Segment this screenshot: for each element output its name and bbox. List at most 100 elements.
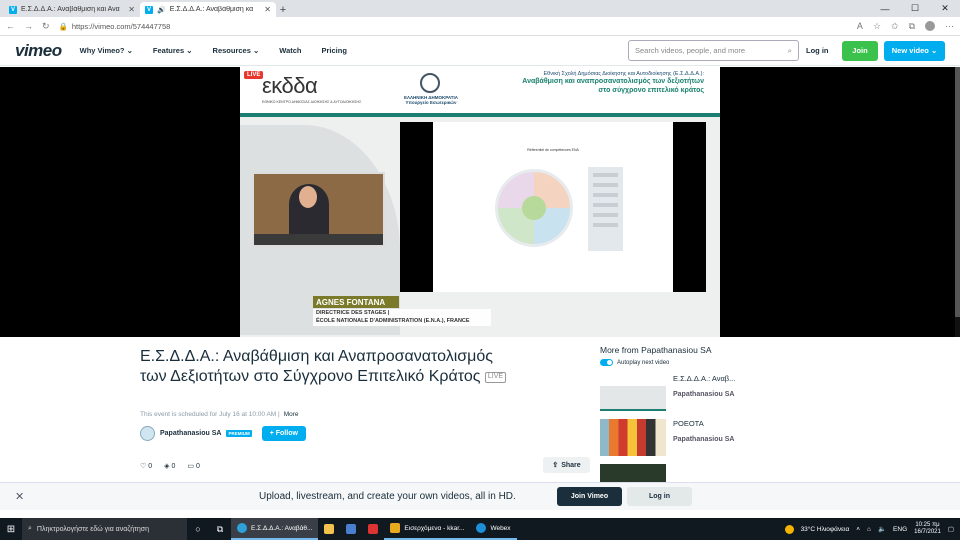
schedule-text: This event is scheduled for July 16 at 1… [140,411,299,418]
collection-button[interactable]: ◈ 0 [164,462,175,470]
item-channel: Papathanasiou SA [673,435,735,443]
store-icon[interactable] [340,518,362,540]
video-thumbnail[interactable] [600,419,666,456]
menu-watch[interactable]: Watch [279,46,301,55]
taskbar-search[interactable]: ⌕ Πληκτρολογήστε εδώ για αναζήτηση [22,518,187,540]
video-frame[interactable]: LIVE εκδδα ΕΘΝΙΚΟ ΚΕΝΤΡΟ ΔΗΜΟΣΙΑΣ ΔΙΟΙΚΗ… [240,67,720,337]
window-controls: — ☐ ✕ [870,0,960,17]
list-item[interactable]: Ε.Σ.Δ.Δ.Α.: Αναβ... Papathanasiou SA [600,374,800,411]
channel-info: Papathanasiou SA PREMIUM + Follow [140,426,306,441]
back-icon[interactable]: ← [6,21,15,31]
cortana-icon[interactable]: ○ [187,518,209,540]
file-explorer-icon[interactable] [318,518,340,540]
maximize-icon[interactable]: ☐ [900,0,930,17]
video-player[interactable]: LIVE εκδδα ΕΘΝΙΚΟ ΚΕΝΤΡΟ ΔΗΜΟΣΙΑΣ ΔΙΟΙΚΗ… [0,67,960,337]
address-bar[interactable]: 🔒 https://vimeo.com/574447758 [59,22,848,31]
new-video-button[interactable]: New video ⌄ [884,40,945,61]
menu-why-vimeo[interactable]: Why Vimeo? ⌄ [80,46,133,55]
tab-title: Ε.Σ.Δ.Δ.Α.: Αναβάθμιση και Ανα [21,6,120,13]
autoplay-toggle[interactable]: Autoplay next video [600,359,800,366]
video-thumbnail[interactable] [600,464,666,482]
menu-resources[interactable]: Resources ⌄ [213,46,260,55]
search-icon[interactable]: ⌕ [788,46,792,56]
presentation-slide: Référentiel de compétences ENA [433,122,673,292]
menu-pricing[interactable]: Pricing [322,46,347,55]
desk [254,234,383,245]
search-input[interactable]: Search videos, people, and more ⌕ [628,40,799,61]
channel-avatar[interactable] [140,426,155,441]
taskbar-mail[interactable]: Εισερχόμενα - kkar... [384,518,471,540]
network-icon[interactable]: ⌂ [867,526,871,533]
speaker-role: DIRECTRICE DES STAGES | ÉCOLE NATIONALE … [313,309,491,327]
item-channel: Papathanasiou SA [673,390,735,398]
windows-start-icon[interactable]: ⊞ [0,524,22,535]
slide-legend [588,167,623,251]
new-tab-button[interactable]: + [276,3,290,17]
close-tab-icon[interactable]: ✕ [128,5,135,14]
signup-text: Upload, livestream, and create your own … [259,491,516,502]
search-icon: ⌕ [28,525,32,532]
list-item[interactable] [600,464,800,482]
ministry-label: ΕΛΛΗΝΙΚΗ ΔΗΜΟΚΡΑΤΙΑ Υπουργείο Εσωτερικών [403,95,459,106]
notifications-icon[interactable]: ▢ [948,525,954,533]
url-text: https://vimeo.com/574447758 [71,21,171,31]
menu-features[interactable]: Features ⌄ [153,46,193,55]
list-item[interactable]: POEOTA Papathanasiou SA [600,419,800,456]
login-link[interactable]: Log in [806,46,834,55]
vimeo-logo[interactable]: vimeo [15,41,62,61]
lock-icon: 🔒 [58,21,68,31]
close-window-icon[interactable]: ✕ [930,0,960,17]
channel-name[interactable]: Papathanasiou SA [160,430,221,437]
taskbar-webex[interactable]: Webex [470,518,517,540]
clock[interactable]: 10:25 πμ 16/7/2021 [914,522,941,537]
task-view-icon[interactable]: ⧉ [209,518,231,540]
video-thumbnail[interactable] [600,374,666,411]
video-details: Ε.Σ.Δ.Δ.Α.: Αναβάθμιση και Αναπροσανατολ… [0,337,960,482]
favorite-star-icon[interactable]: ☆ [873,21,881,32]
browser-tab-2[interactable]: V 🔊 Ε.Σ.Δ.Δ.Α.: Αναβάθμιση κα ✕ [140,2,276,17]
volume-icon[interactable]: 🔈 [878,525,886,533]
taskbar-edge[interactable]: Ε.Σ.Δ.Δ.Α.: Αναβάθ... [231,518,319,540]
collections-icon[interactable]: ⧉ [909,21,915,32]
edge-icon [237,523,247,533]
profile-avatar[interactable] [925,21,935,31]
close-tab-icon[interactable]: ✕ [264,5,271,14]
follow-button[interactable]: + Follow [261,426,306,441]
forward-icon[interactable]: → [24,21,33,31]
read-aloud-icon[interactable]: A [857,21,863,31]
favorites-icon[interactable]: ✩ [891,21,899,32]
item-title: Ε.Σ.Δ.Δ.Α.: Αναβ... [673,374,736,383]
toggle-switch[interactable] [600,359,613,366]
share-button[interactable]: ⇪ Share [543,457,590,473]
join-button[interactable]: Join [842,40,878,61]
webex-icon [476,523,487,533]
teal-divider [240,113,720,117]
video-title: Ε.Σ.Δ.Δ.Α.: Αναβάθμιση και Αναπροσανατολ… [140,347,520,388]
windows-taskbar: ⊞ ⌕ Πληκτρολογήστε εδώ για αναζήτηση ○ ⧉… [0,518,960,540]
browser-tab-1[interactable]: V Ε.Σ.Δ.Δ.Α.: Αναβάθμιση και Ανα ✕ [4,2,140,17]
like-button[interactable]: ♡ 0 [140,462,152,470]
signup-banner: ✕ Upload, livestream, and create your ow… [0,482,960,510]
tray-chevron-icon[interactable]: ˄ [856,526,860,533]
minimize-icon[interactable]: — [870,0,900,17]
competency-wheel [495,169,573,247]
speaker-icon[interactable]: 🔊 [157,6,166,14]
vimeo-favicon-icon: V [145,5,153,14]
speaker-name: AGNES FONTANA [313,296,399,308]
join-vimeo-button[interactable]: Join Vimeo [557,487,622,506]
acrobat-icon[interactable] [362,518,384,540]
weather-text[interactable]: 33°C Ηλιοφάνεια [801,526,850,533]
banner-login-button[interactable]: Log in [627,487,692,506]
page-scrollbar[interactable] [955,67,960,337]
banner-title: Εθνική Σχολή Δημόσιας Διοίκησης και Αυτο… [522,71,704,94]
refresh-icon[interactable]: ↻ [42,21,50,32]
comment-button[interactable]: ▭ 0 [187,462,199,470]
menu-dots-icon[interactable]: ⋯ [945,21,954,32]
greek-seal-icon [420,73,440,93]
heart-icon: ♡ [140,463,147,470]
more-link[interactable]: More [284,411,299,418]
share-icon: ⇪ [552,462,559,469]
close-icon[interactable]: ✕ [15,490,24,503]
language-indicator[interactable]: ENG [893,526,907,533]
tab-title: Ε.Σ.Δ.Δ.Α.: Αναβάθμιση κα [169,6,254,13]
